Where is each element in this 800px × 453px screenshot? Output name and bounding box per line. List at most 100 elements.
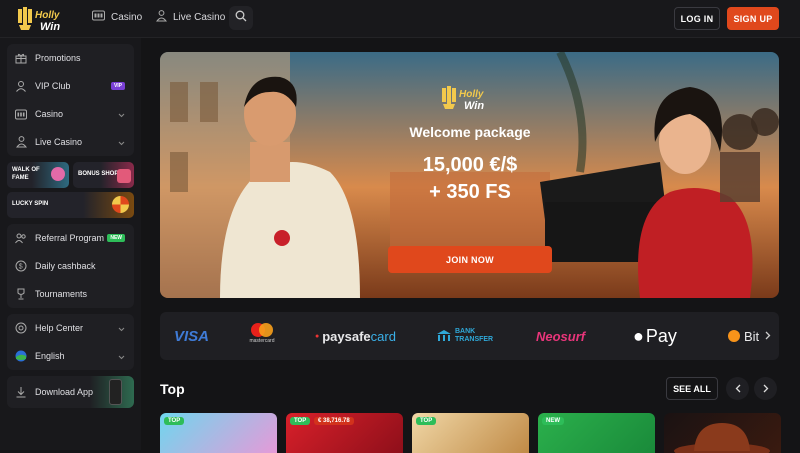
search-button[interactable] [229,6,253,30]
star-icon [51,167,65,181]
game-card[interactable] [664,413,781,453]
carousel-next-button[interactable] [754,377,777,400]
join-now-button[interactable]: JOIN NOW [388,246,552,273]
hat-artwork [674,423,770,453]
download-app[interactable]: Download App [7,376,134,408]
sidebar: Promotions VIP Club VIP Casino Live Casi… [0,38,141,450]
sidebar-item-label: Referral Program [35,233,105,243]
help-icon [15,322,27,334]
sidebar-group-extra: Referral Program NEW $ Daily cashback To… [7,224,134,308]
game-card[interactable]: TOP [412,413,529,453]
sidebar-group-settings: Help Center English [7,314,134,370]
shop-icon [117,169,131,183]
hero-free-spins: + 350 FS [429,181,511,203]
chevron-right-icon [763,380,769,398]
slot-machine-icon [15,108,27,120]
sidebar-item-language[interactable]: English [7,342,134,370]
nav-live-casino[interactable]: Live Casino [155,10,226,25]
signup-button[interactable]: SIGN UP [727,7,779,30]
bonus-shop-card[interactable]: BONUS SHOP [73,162,134,188]
bank-transfer-logo: BANK TRANSFER [436,326,493,346]
walk-of-fame-label: WALK OF FAME [12,167,40,181]
slot-machine-icon [92,10,105,24]
sidebar-item-vip-club[interactable]: VIP Club VIP [7,72,134,100]
section-title-top: Top [160,381,185,397]
sidebar-item-tournaments[interactable]: Tournaments [7,280,134,308]
sidebar-item-help-center[interactable]: Help Center [7,314,134,342]
hero-amount: 15,000 €/$ [422,154,518,176]
carousel-prev-button[interactable] [726,377,749,400]
phone-icon [109,379,122,405]
sidebar-item-label: Daily cashback [35,261,96,271]
chevron-right-icon [765,327,771,345]
sidebar-item-label: VIP Club [35,81,71,91]
sidebar-item-label: Tournaments [35,289,88,299]
sidebar-item-daily-cashback[interactable]: $ Daily cashback [7,252,134,280]
bitcoin-logo: Bit [728,326,759,346]
promo-row: WALK OF FAME BONUS SHOP [7,162,134,188]
paysafecard-logo: ● paysafe card [315,328,396,344]
svg-text:$: $ [19,264,23,271]
top-bar: Holly Win Casino Live Casino LOG IN SIGN… [0,0,800,38]
sidebar-item-label: English [35,351,65,361]
game-tag: TOP [290,417,311,425]
main-content: Holly Win Welcome package 15,000 €/$ + 3… [141,38,800,453]
chevron-left-icon [735,380,741,398]
login-button[interactable]: LOG IN [674,7,720,30]
download-app-item[interactable]: Download App [7,376,134,408]
dealer-icon [155,10,168,25]
game-tag: TOP [416,417,437,425]
nav-live-casino-label: Live Casino [173,12,226,23]
svg-text:Holly: Holly [459,89,484,100]
download-icon [15,386,27,398]
sidebar-item-live-casino[interactable]: Live Casino [7,128,134,156]
gift-icon [15,52,27,64]
game-tag: NEW [542,417,564,425]
sidebar-item-referral[interactable]: Referral Program NEW [7,224,134,252]
wheel-icon [112,196,129,213]
dealer-icon [15,136,27,148]
hero-logo: Holly Win [442,82,498,114]
nav-casino-label: Casino [111,11,143,23]
sidebar-item-label: Download App [35,387,94,397]
bitcoin-icon [728,330,740,342]
flag-icon [15,350,27,362]
game-card[interactable]: TOP € 38,716.78 [286,413,403,453]
vip-badge: VIP [110,82,125,90]
sidebar-item-promotions[interactable]: Promotions [7,44,134,72]
lucky-spin-card[interactable]: LUCKY SPIN [7,192,134,218]
payments-next-button[interactable] [759,326,777,346]
users-icon [15,232,27,244]
visa-logo: VISA [174,327,210,345]
trophy-icon [15,288,27,300]
mastercard-logo: mastercard [249,322,275,350]
svg-text:Win: Win [464,100,484,112]
payment-methods-strip: VISA mastercard ● paysafe card BANK TRANS… [160,312,779,360]
sidebar-item-label: Live Casino [35,137,83,147]
search-icon [235,9,247,27]
holly-win-logo[interactable]: Holly Win [18,5,76,33]
chevron-down-icon [118,110,125,120]
sidebar-item-label: Help Center [35,323,84,333]
user-crown-icon [15,80,27,92]
svg-text:Holly: Holly [35,10,60,21]
hero-banner[interactable]: Holly Win Welcome package 15,000 €/$ + 3… [160,52,779,298]
sidebar-item-label: Casino [35,109,64,119]
hero-text: Holly Win Welcome package 15,000 €/$ + 3… [375,82,565,204]
game-card[interactable]: TOP [160,413,277,453]
hero-title: Welcome package [409,124,531,140]
walk-of-fame-card[interactable]: WALK OF FAME [7,162,69,188]
see-all-button[interactable]: SEE ALL [666,377,718,400]
neosurf-logo: Neosurf [536,328,586,344]
svg-text:Win: Win [40,21,60,33]
chevron-down-icon [118,138,125,148]
sidebar-item-casino[interactable]: Casino [7,100,134,128]
game-card[interactable]: NEW [538,413,655,453]
apple-icon: ● [633,325,644,346]
chevron-down-icon [118,324,125,334]
apple-pay-logo: ● Pay [633,325,677,346]
game-tag: TOP [164,417,185,425]
cashback-icon: $ [15,260,27,272]
sidebar-group-main: Promotions VIP Club VIP Casino Live Casi… [7,44,134,156]
nav-casino[interactable]: Casino [92,10,142,24]
